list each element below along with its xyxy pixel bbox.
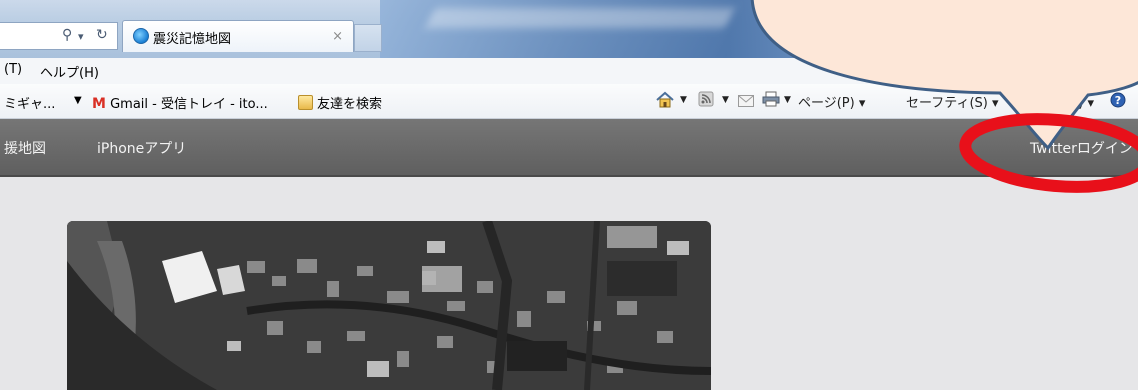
favorites-bar: ミギャ... ▼ M Gmail - 受信トレイ - ito... 友達を検索 … — [0, 84, 1138, 119]
gmail-icon: M — [92, 96, 106, 112]
window-glass-highlight — [425, 8, 735, 28]
refresh-icon[interactable]: ↻ — [96, 27, 108, 43]
favorite-friends[interactable]: 友達を検索 — [298, 93, 382, 112]
tools-menu[interactable]: ツール(O) ▾ — [1024, 92, 1094, 111]
home-icon[interactable] — [655, 90, 675, 114]
home-dropdown-icon[interactable]: ▼ — [680, 95, 687, 105]
favorite-gmail[interactable]: M Gmail - 受信トレイ - ito... — [92, 93, 268, 112]
address-bar[interactable]: ⚲ ▾ ↻ — [0, 22, 118, 50]
mail-icon[interactable] — [738, 93, 754, 111]
print-icon[interactable] — [762, 91, 780, 111]
page-menu[interactable]: ページ(P) ▾ — [798, 92, 865, 111]
search-icon[interactable]: ⚲ — [62, 27, 72, 43]
browser-tab-strip: ⚲ ▾ ↻ 震災記憶地図 × — [0, 0, 1138, 58]
nav-support-map[interactable]: 援地図 — [4, 138, 46, 158]
favorites-dropdown-icon[interactable]: ▼ — [74, 95, 82, 106]
svg-text:?: ? — [1115, 94, 1121, 107]
nav-iphone-app[interactable]: iPhoneアプリ — [97, 138, 186, 158]
tab-close-icon[interactable]: × — [332, 29, 343, 44]
new-tab-button[interactable] — [354, 24, 382, 52]
ie-favicon-icon — [133, 28, 149, 44]
favorite-item-truncated[interactable]: ミギャ... — [4, 93, 55, 112]
help-icon[interactable]: ? — [1110, 92, 1126, 112]
nav-twitter-login[interactable]: Twitterログイン — [1030, 138, 1133, 158]
print-dropdown-icon[interactable]: ▼ — [784, 95, 791, 105]
site-nav-bar: 援地図 iPhoneアプリ Twitterログイン — [0, 119, 1138, 177]
browser-tab-active[interactable]: 震災記憶地図 × — [122, 20, 354, 52]
safety-menu[interactable]: セーフティ(S) ▾ — [906, 92, 999, 111]
menu-item-tools[interactable]: (T) — [4, 62, 22, 77]
page-content — [0, 177, 1138, 390]
aerial-disaster-photo — [67, 221, 711, 390]
web-slice-icon — [298, 95, 313, 110]
tab-title: 震災記憶地図 — [153, 32, 232, 47]
menu-item-help[interactable]: ヘルプ(H) — [40, 62, 99, 81]
rss-dropdown-icon[interactable]: ▼ — [722, 95, 729, 105]
chevron-down-icon[interactable]: ▾ — [78, 30, 84, 43]
favorite-friends-label: 友達を検索 — [317, 97, 383, 112]
rss-icon[interactable] — [698, 91, 714, 111]
menu-bar: (T) ヘルプ(H) — [0, 58, 1138, 84]
favorite-gmail-label: Gmail - 受信トレイ - ito... — [110, 97, 268, 112]
